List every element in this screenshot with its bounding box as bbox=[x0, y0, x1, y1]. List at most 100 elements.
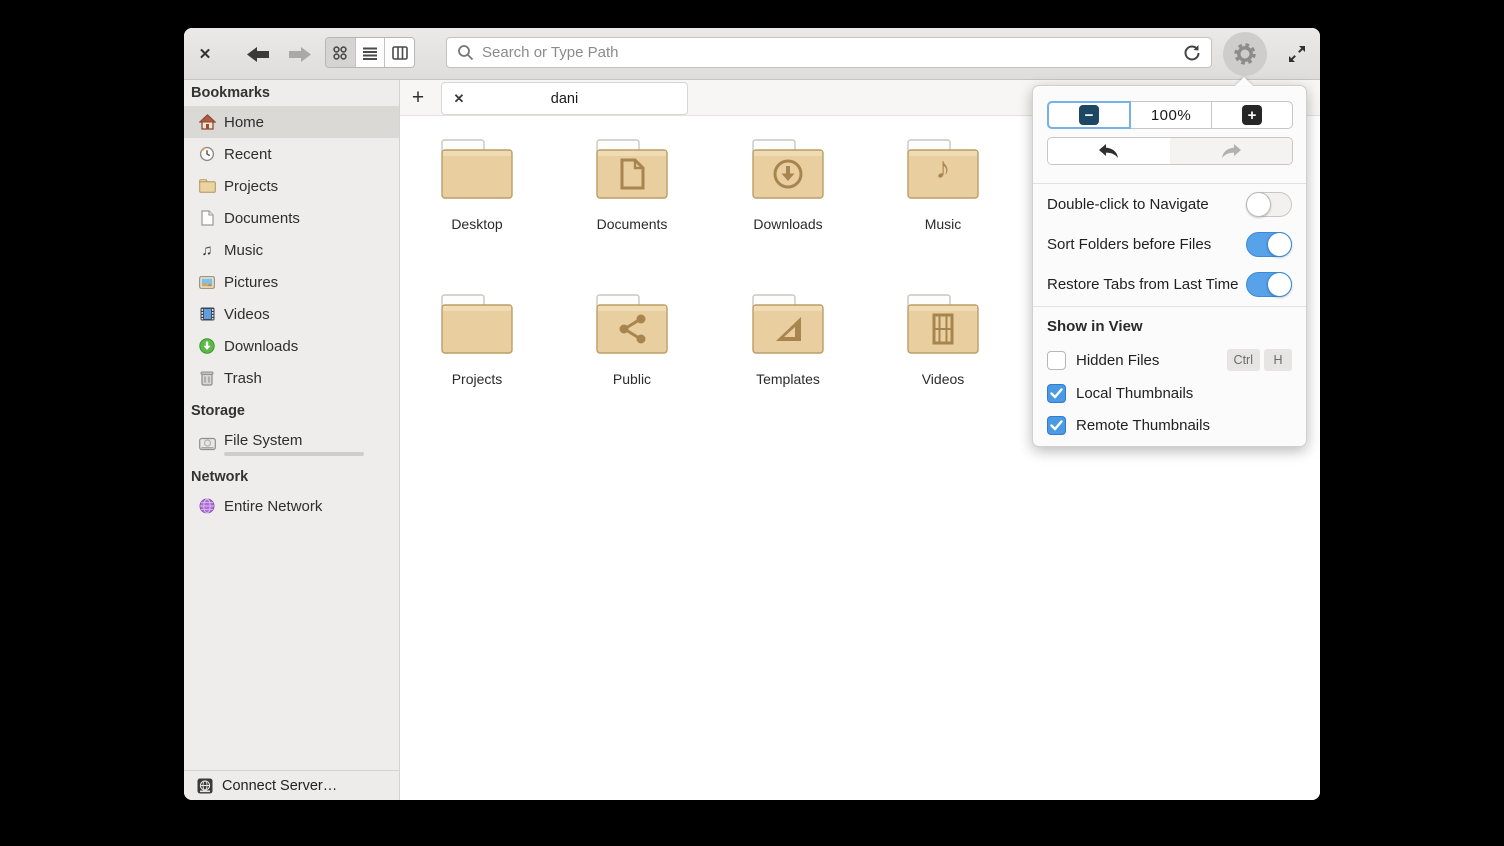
undo-button[interactable] bbox=[1048, 138, 1170, 164]
refresh-icon bbox=[1183, 44, 1201, 62]
redo-button[interactable] bbox=[1170, 138, 1292, 164]
sort-folders-toggle[interactable] bbox=[1246, 232, 1292, 257]
redo-icon bbox=[1220, 143, 1242, 159]
search-input[interactable] bbox=[482, 44, 1179, 61]
file-label: Downloads bbox=[728, 216, 848, 232]
checkbox-label: Hidden Files bbox=[1076, 352, 1227, 369]
connect-server-label: Connect Server… bbox=[222, 778, 337, 794]
sidebar-item-label: Music bbox=[224, 242, 263, 259]
file-item-downloads[interactable]: Downloads bbox=[728, 138, 848, 232]
zoom-level-value: 100% bbox=[1151, 107, 1191, 124]
sidebar-item-recent[interactable]: Recent bbox=[184, 138, 399, 170]
remote-thumbnails-checkbox[interactable] bbox=[1047, 416, 1066, 435]
forward-arrow-icon bbox=[289, 46, 311, 63]
file-item-desktop[interactable]: Desktop bbox=[417, 138, 537, 232]
sidebar-item-label: Trash bbox=[224, 370, 262, 387]
menu-item-double-click-navigate[interactable]: Double-click to Navigate bbox=[1033, 184, 1306, 224]
file-item-public[interactable]: Public bbox=[572, 293, 692, 387]
zoom-control: − 100% + bbox=[1047, 101, 1293, 129]
menu-item-remote-thumbnails[interactable]: Remote Thumbnails bbox=[1033, 412, 1306, 438]
clock-icon bbox=[198, 145, 216, 163]
sidebar-item-downloads[interactable]: Downloads bbox=[184, 330, 399, 362]
sidebar-item-pictures[interactable]: Pictures bbox=[184, 266, 399, 298]
folder-downloads-icon bbox=[751, 138, 825, 208]
tab-label: dani bbox=[476, 91, 687, 107]
folder-templates-icon bbox=[751, 293, 825, 363]
home-icon bbox=[198, 113, 216, 131]
double-click-toggle[interactable] bbox=[1246, 192, 1292, 217]
ctrl-keycap: Ctrl bbox=[1227, 349, 1260, 371]
file-label: Videos bbox=[883, 371, 1003, 387]
document-icon bbox=[198, 209, 216, 227]
shortcut-keys: Ctrl H bbox=[1227, 349, 1292, 371]
music-note-icon: ♫ bbox=[198, 241, 216, 259]
sidebar-item-documents[interactable]: Documents bbox=[184, 202, 399, 234]
file-label: Music bbox=[883, 216, 1003, 232]
zoom-in-button[interactable]: + bbox=[1212, 102, 1292, 128]
file-item-videos[interactable]: Videos bbox=[883, 293, 1003, 387]
toggle-knob bbox=[1267, 232, 1292, 257]
settings-popup: − 100% + Double-click to Navigate Sort F… bbox=[1032, 85, 1307, 447]
sidebar-item-trash[interactable]: Trash bbox=[184, 362, 399, 394]
connect-server-icon bbox=[196, 777, 214, 795]
folder-icon bbox=[440, 138, 514, 208]
sidebar-item-file-system[interactable]: File System bbox=[184, 424, 399, 464]
file-item-templates[interactable]: Templates bbox=[728, 293, 848, 387]
back-arrow-icon bbox=[247, 46, 269, 63]
sidebar-item-entire-network[interactable]: Entire Network bbox=[184, 490, 399, 522]
settings-menu-button[interactable] bbox=[1223, 32, 1267, 76]
sidebar-item-label: Recent bbox=[224, 146, 272, 163]
fullscreen-button[interactable] bbox=[1281, 38, 1313, 70]
window-close-button[interactable]: ✕ bbox=[190, 37, 220, 71]
file-label: Projects bbox=[417, 371, 537, 387]
new-tab-button[interactable]: + bbox=[402, 83, 434, 113]
file-item-music[interactable]: ♪ Music bbox=[883, 138, 1003, 232]
folder-documents-icon bbox=[595, 138, 669, 208]
refresh-button[interactable] bbox=[1179, 40, 1205, 66]
zoom-level-button[interactable]: 100% bbox=[1131, 102, 1212, 128]
back-button[interactable] bbox=[242, 37, 274, 71]
local-thumbnails-checkbox[interactable] bbox=[1047, 384, 1066, 403]
list-view-icon bbox=[361, 44, 379, 62]
hidden-files-checkbox[interactable] bbox=[1047, 351, 1066, 370]
download-icon bbox=[198, 337, 216, 355]
sidebar-item-label: Entire Network bbox=[224, 498, 322, 515]
sidebar-section-bookmarks: Bookmarks bbox=[184, 80, 399, 106]
zoom-out-button[interactable]: − bbox=[1047, 101, 1131, 129]
show-in-view-title: Show in View bbox=[1047, 314, 1143, 340]
menu-item-hidden-files[interactable]: Hidden Files Ctrl H bbox=[1033, 347, 1306, 373]
sidebar-item-home[interactable]: Home bbox=[184, 106, 399, 138]
list-view-button[interactable] bbox=[356, 38, 386, 67]
sidebar-item-label: Projects bbox=[224, 178, 278, 195]
expand-icon bbox=[1287, 44, 1307, 64]
trash-icon bbox=[198, 369, 216, 387]
menu-item-local-thumbnails[interactable]: Local Thumbnails bbox=[1033, 380, 1306, 406]
sidebar-section-network: Network bbox=[184, 464, 399, 490]
restore-tabs-toggle[interactable] bbox=[1246, 272, 1292, 297]
close-icon: ✕ bbox=[199, 45, 212, 63]
search-icon bbox=[457, 44, 474, 61]
zoom-in-icon: + bbox=[1242, 105, 1262, 125]
forward-button[interactable] bbox=[284, 37, 316, 71]
view-switcher bbox=[325, 37, 415, 68]
connect-server-button[interactable]: Connect Server… bbox=[184, 770, 399, 800]
check-icon bbox=[1050, 388, 1063, 399]
column-view-button[interactable] bbox=[385, 38, 414, 67]
menu-item-restore-tabs[interactable]: Restore Tabs from Last Time bbox=[1033, 264, 1306, 304]
file-item-projects[interactable]: Projects bbox=[417, 293, 537, 387]
sidebar-item-label: Downloads bbox=[224, 338, 298, 355]
sidebar-item-music[interactable]: ♫ Music bbox=[184, 234, 399, 266]
sidebar-item-label: File System bbox=[224, 432, 364, 449]
file-item-documents[interactable]: Documents bbox=[572, 138, 692, 232]
tab-close-button[interactable]: ✕ bbox=[442, 91, 476, 107]
sidebar-item-videos[interactable]: Videos bbox=[184, 298, 399, 330]
sidebar-item-label: Pictures bbox=[224, 274, 278, 291]
menu-item-sort-folders[interactable]: Sort Folders before Files bbox=[1033, 224, 1306, 264]
picture-icon bbox=[198, 273, 216, 291]
grid-view-button[interactable] bbox=[326, 38, 356, 67]
tab-dani[interactable]: ✕ dani bbox=[441, 82, 688, 115]
disk-usage-bar bbox=[224, 452, 364, 456]
plus-icon: + bbox=[412, 86, 424, 110]
toggle-label: Restore Tabs from Last Time bbox=[1047, 276, 1246, 293]
sidebar-item-projects[interactable]: Projects bbox=[184, 170, 399, 202]
